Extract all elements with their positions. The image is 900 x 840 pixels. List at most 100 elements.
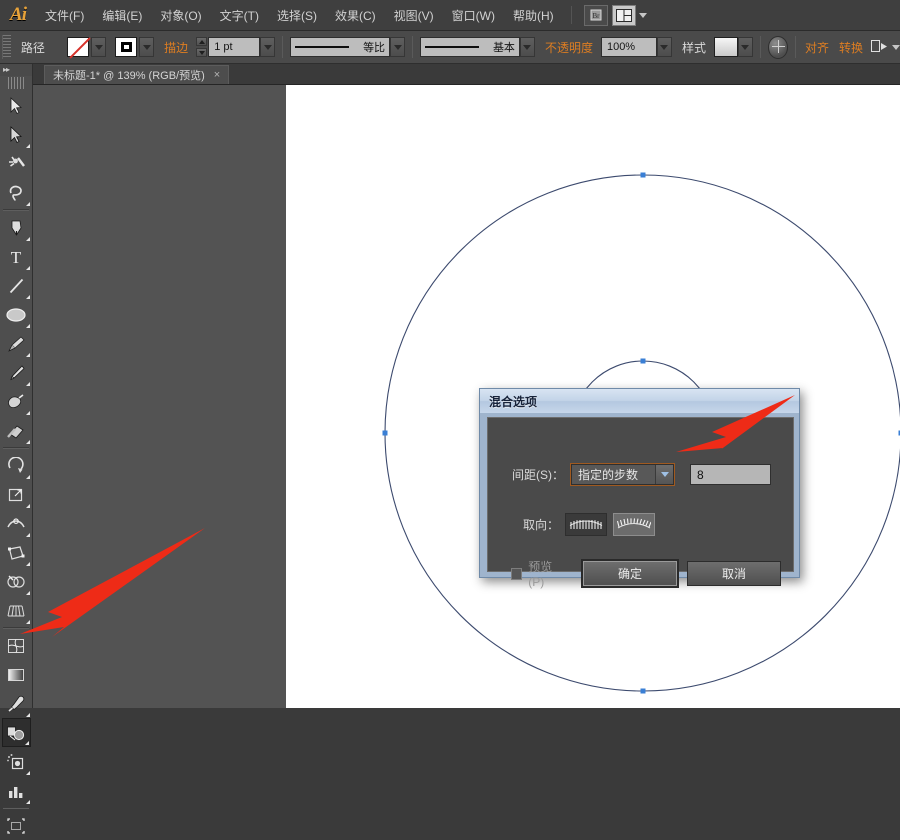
chevron-down-icon[interactable]: [639, 13, 647, 18]
gradient-tool[interactable]: [2, 660, 31, 689]
scale-tool[interactable]: [2, 480, 31, 509]
menu-select[interactable]: 选择(S): [268, 3, 326, 28]
dialog-title: 混合选项: [489, 393, 537, 410]
dialog-buttons-row: 预览(P) 确定 取消: [511, 558, 781, 589]
rotate-tool[interactable]: [2, 451, 31, 480]
lasso-tool[interactable]: [2, 178, 31, 207]
menu-effect[interactable]: 效果(C): [326, 3, 385, 28]
symbol-sprayer-tool[interactable]: [2, 747, 31, 776]
tool-flyout-indicator-icon: [26, 440, 30, 444]
document-tab-bar: 未标题-1* @ 139% (RGB/预览) ×: [0, 64, 900, 85]
paintbrush-tool[interactable]: [2, 329, 31, 358]
recolor-artwork-icon[interactable]: [768, 36, 788, 59]
stroke-weight-input[interactable]: 1 pt: [208, 37, 260, 57]
chevron-down-icon[interactable]: [655, 465, 673, 484]
brush-definition-value: 基本: [493, 39, 515, 55]
preview-checkbox[interactable]: [511, 568, 522, 580]
toolbox-collapse-header[interactable]: ▸▸: [0, 64, 32, 76]
steps-value-input[interactable]: 8: [690, 464, 771, 485]
orientation-label: 取向：: [523, 516, 559, 533]
stroke-profile-dropdown[interactable]: [390, 37, 405, 57]
menu-help[interactable]: 帮助(H): [504, 3, 563, 28]
menu-object[interactable]: 对象(O): [151, 3, 210, 28]
column-graph-tool[interactable]: [2, 776, 31, 805]
magic-wand-tool[interactable]: [2, 149, 31, 178]
graphic-style-dropdown[interactable]: [738, 37, 753, 57]
stroke-weight-dropdown[interactable]: [260, 37, 275, 57]
tool-flyout-indicator-icon: [26, 475, 30, 479]
toolbox-divider: [3, 627, 29, 629]
tool-flyout-indicator-icon: [26, 324, 30, 328]
brush-definition-combo[interactable]: 基本: [420, 37, 520, 57]
blend-options-dialog[interactable]: 混合选项 间距(S)： 指定的步数 8 取向：: [479, 388, 800, 578]
perspective-grid-tool[interactable]: [2, 596, 31, 625]
spacing-label: 间距(S)：: [512, 466, 564, 483]
brush-definition-dropdown[interactable]: [520, 37, 535, 57]
menu-edit[interactable]: 编辑(E): [93, 3, 151, 28]
line-segment-tool[interactable]: [2, 271, 31, 300]
double-chevron-icon: ▸▸: [3, 66, 9, 74]
stepper-down-icon[interactable]: [196, 48, 207, 57]
tool-flyout-indicator-icon: [26, 620, 30, 624]
spacing-row: 间距(S)： 指定的步数 8: [512, 464, 771, 485]
fill-swatch-dropdown[interactable]: [91, 37, 106, 57]
chevron-down-icon[interactable]: [892, 45, 900, 50]
menu-type[interactable]: 文字(T): [211, 3, 268, 28]
stroke-swatch-inner: [121, 42, 132, 52]
blob-brush-tool[interactable]: [2, 387, 31, 416]
blend-tool[interactable]: [2, 718, 31, 747]
menu-view[interactable]: 视图(V): [385, 3, 443, 28]
bridge-icon[interactable]: Br: [584, 5, 608, 26]
shape-builder-tool[interactable]: [2, 567, 31, 596]
eyedropper-tool[interactable]: [2, 689, 31, 718]
opacity-input[interactable]: 100%: [601, 37, 657, 57]
stepper-up-icon[interactable]: [196, 37, 207, 46]
pencil-tool[interactable]: [2, 358, 31, 387]
graphic-style-swatch[interactable]: [714, 37, 738, 57]
ellipse-tool[interactable]: [2, 300, 31, 329]
eraser-tool[interactable]: [2, 416, 31, 445]
stroke-color-swatch[interactable]: [115, 37, 137, 57]
opacity-label[interactable]: 不透明度: [545, 39, 593, 56]
free-transform-tool[interactable]: [2, 538, 31, 567]
toolbox-divider: [3, 209, 29, 211]
stroke-label[interactable]: 描边: [164, 39, 188, 56]
chevron-down-icon: [523, 45, 531, 50]
menu-bar: Ai 文件(F) 编辑(E) 对象(O) 文字(T) 选择(S) 效果(C) 视…: [0, 0, 900, 31]
width-tool[interactable]: [2, 509, 31, 538]
isolate-selected-object-icon[interactable]: [869, 38, 889, 56]
tool-flyout-indicator-icon: [26, 591, 30, 595]
close-icon[interactable]: ×: [214, 70, 220, 81]
document-tab[interactable]: 未标题-1* @ 139% (RGB/预览) ×: [44, 65, 229, 84]
opacity-dropdown[interactable]: [657, 37, 672, 57]
tool-flyout-indicator-icon: [26, 237, 30, 241]
cancel-button[interactable]: 取消: [687, 561, 781, 586]
mesh-tool[interactable]: [2, 631, 31, 660]
control-bar-grip[interactable]: [2, 35, 11, 59]
preview-label[interactable]: 预览(P): [528, 558, 565, 589]
fill-color-swatch[interactable]: [67, 37, 89, 57]
arrange-documents-icon[interactable]: [612, 5, 636, 26]
stroke-profile-combo[interactable]: 等比: [290, 37, 390, 57]
align-to-path-button[interactable]: [613, 513, 655, 536]
spacing-select-value: 指定的步数: [578, 466, 638, 483]
align-label[interactable]: 对齐: [805, 39, 829, 56]
type-tool[interactable]: T: [2, 242, 31, 271]
stroke-weight-stepper[interactable]: [196, 37, 207, 57]
pen-tool[interactable]: [2, 213, 31, 242]
spacing-select[interactable]: 指定的步数: [571, 464, 674, 485]
menu-file[interactable]: 文件(F): [36, 3, 93, 28]
align-to-page-button[interactable]: [565, 513, 607, 536]
selection-tool[interactable]: [2, 91, 31, 120]
anchor-point: [641, 689, 646, 694]
anchor-point: [383, 431, 388, 436]
ok-button[interactable]: 确定: [583, 561, 677, 586]
artboard-tool[interactable]: [2, 811, 31, 840]
transform-label[interactable]: 转换: [839, 39, 863, 56]
menu-window[interactable]: 窗口(W): [443, 3, 504, 28]
toolbox-grip[interactable]: [8, 77, 24, 89]
chevron-down-icon: [143, 45, 151, 50]
direct-selection-tool[interactable]: [2, 120, 31, 149]
stroke-swatch-dropdown[interactable]: [139, 37, 154, 57]
dialog-body: 间距(S)： 指定的步数 8 取向：: [487, 417, 794, 572]
